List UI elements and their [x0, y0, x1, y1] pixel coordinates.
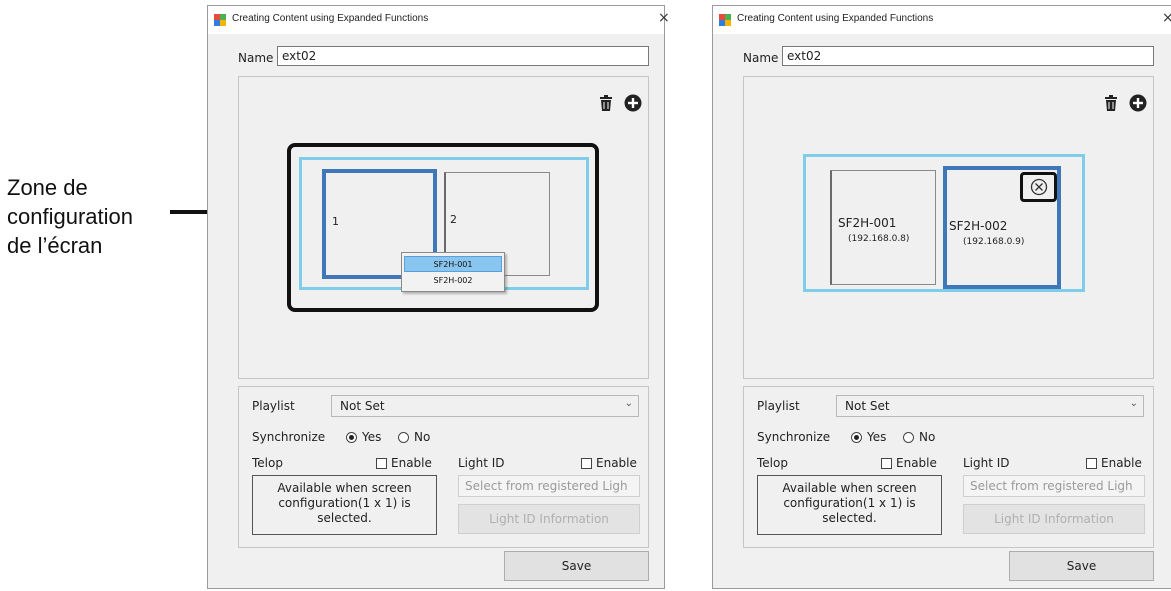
name-input[interactable]: ext02	[782, 46, 1154, 66]
chevron-down-icon: ⌄	[624, 398, 633, 409]
trash-icon[interactable]	[597, 94, 615, 112]
settings-panel: Playlist Not Set ⌄ Synchronize Yes No Te…	[238, 386, 649, 548]
telop-label: Telop	[252, 456, 283, 470]
title-bar: Creating Content using Expanded Function…	[713, 6, 1171, 34]
info-line: Available when screen	[782, 481, 917, 495]
window-title: Creating Content using Expanded Function…	[232, 13, 429, 24]
light-id-select-value: Select from registered Ligh	[465, 479, 628, 493]
synchronize-label: Synchronize	[757, 430, 831, 444]
info-line: configuration(1 x 1) is	[278, 496, 411, 510]
telop-enable-label: Enable	[391, 456, 432, 470]
info-line: configuration(1 x 1) is	[783, 496, 916, 510]
sync-yes-label: Yes	[362, 430, 382, 444]
telop-enable-checkbox[interactable]	[881, 458, 892, 469]
title-bar: Creating Content using Expanded Function…	[208, 6, 670, 34]
remove-circle-icon[interactable]	[1030, 178, 1048, 196]
close-button[interactable]: ×	[1162, 10, 1171, 26]
save-button[interactable]: Save	[504, 551, 649, 581]
menu-item-sf2h-001[interactable]: SF2H-001	[404, 256, 502, 272]
annotation-line: de l’écran	[7, 233, 103, 258]
light-id-label: Light ID	[963, 456, 1010, 470]
close-button[interactable]: ×	[658, 10, 670, 26]
settings-panel: Playlist Not Set ⌄ Synchronize Yes No Te…	[743, 386, 1154, 548]
menu-item-sf2h-002[interactable]: SF2H-002	[404, 273, 502, 289]
telop-info-box: Available when screen configuration(1 x …	[757, 475, 942, 535]
screen-config-area[interactable]: SF2H-001 (192.168.0.8) SF2H-002 (192.168…	[743, 76, 1154, 379]
playlist-select[interactable]: Not Set ⌄	[836, 395, 1144, 417]
sync-yes-label: Yes	[867, 430, 887, 444]
light-id-info-button[interactable]: Light ID Information	[963, 504, 1145, 534]
playlist-label: Playlist	[252, 399, 295, 413]
light-id-enable-label: Enable	[1101, 456, 1142, 470]
device-ip: (192.168.0.8)	[848, 234, 910, 244]
device-ip: (192.168.0.9)	[963, 237, 1025, 247]
info-line: Available when screen	[277, 481, 412, 495]
annotation-line: Zone de	[7, 175, 88, 200]
name-label: Name	[743, 51, 779, 65]
annotation-label: Zone de configuration de l’écran	[7, 173, 167, 260]
device-context-menu: SF2H-001 SF2H-002	[401, 252, 505, 292]
device-name: SF2H-001	[838, 216, 897, 230]
add-circle-icon[interactable]	[624, 94, 642, 112]
telop-info-box: Available when screen configuration(1 x …	[252, 475, 437, 535]
light-id-label: Light ID	[458, 456, 505, 470]
add-circle-icon[interactable]	[1129, 94, 1147, 112]
sync-no-label: No	[919, 430, 936, 444]
app-icon	[214, 14, 226, 26]
info-line: selected.	[822, 511, 877, 525]
chevron-down-icon: ⌄	[1129, 398, 1138, 409]
playlist-select[interactable]: Not Set ⌄	[331, 395, 639, 417]
device-name: SF2H-002	[949, 219, 1008, 233]
light-id-enable-checkbox[interactable]	[1086, 458, 1097, 469]
synchronize-label: Synchronize	[252, 430, 326, 444]
dialog-window-left: Creating Content using Expanded Function…	[207, 5, 670, 589]
playlist-value: Not Set	[340, 399, 385, 413]
sync-yes-radio[interactable]	[851, 432, 862, 443]
app-icon	[719, 14, 731, 26]
light-id-enable-checkbox[interactable]	[581, 458, 592, 469]
sync-no-label: No	[414, 430, 431, 444]
window-title: Creating Content using Expanded Function…	[737, 13, 934, 24]
telop-enable-label: Enable	[896, 456, 937, 470]
light-id-select[interactable]: Select from registered Ligh	[963, 475, 1145, 497]
telop-label: Telop	[757, 456, 788, 470]
screen-config-area[interactable]: 1 2 SF2H-001 SF2H-002	[238, 76, 649, 379]
telop-enable-checkbox[interactable]	[376, 458, 387, 469]
dialog-window-right: Creating Content using Expanded Function…	[712, 5, 1171, 589]
playlist-value: Not Set	[845, 399, 890, 413]
light-id-enable-label: Enable	[596, 456, 637, 470]
display-slot-2[interactable]: SF2H-002 (192.168.0.9)	[943, 166, 1061, 289]
sync-yes-radio[interactable]	[346, 432, 357, 443]
playlist-label: Playlist	[757, 399, 800, 413]
sync-no-radio[interactable]	[903, 432, 914, 443]
name-label: Name	[238, 51, 274, 65]
light-id-select[interactable]: Select from registered Ligh	[458, 475, 640, 497]
info-line: selected.	[317, 511, 372, 525]
light-id-info-button[interactable]: Light ID Information	[458, 504, 640, 534]
save-button[interactable]: Save	[1009, 551, 1154, 581]
annotation-line: configuration	[7, 204, 133, 229]
sync-no-radio[interactable]	[398, 432, 409, 443]
display-slot-1[interactable]: SF2H-001 (192.168.0.8)	[830, 170, 936, 285]
name-input[interactable]: ext02	[277, 46, 649, 66]
light-id-select-value: Select from registered Ligh	[970, 479, 1133, 493]
trash-icon[interactable]	[1102, 94, 1120, 112]
